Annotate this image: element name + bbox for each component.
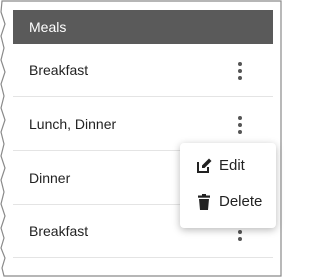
table-row[interactable]: Breakfast — [13, 44, 273, 97]
meals-header-label: Meals — [29, 19, 67, 35]
more-options-icon[interactable] — [235, 116, 245, 134]
row-meal-label: Dinner — [29, 170, 71, 186]
row-context-menu: Edit Delete — [180, 143, 276, 228]
edit-menu-item[interactable]: Edit — [180, 149, 276, 183]
row-meal-label: Breakfast — [29, 62, 89, 78]
delete-label: Delete — [219, 193, 263, 210]
row-meal-label: Lunch, Dinner — [29, 116, 117, 132]
more-options-icon[interactable] — [235, 62, 245, 80]
edit-icon — [197, 158, 212, 173]
trash-icon — [198, 194, 210, 210]
edit-label: Edit — [219, 157, 245, 174]
meals-column-header: Meals — [13, 10, 273, 44]
delete-menu-item[interactable]: Delete — [180, 185, 276, 219]
row-meal-label: Breakfast — [29, 223, 89, 239]
